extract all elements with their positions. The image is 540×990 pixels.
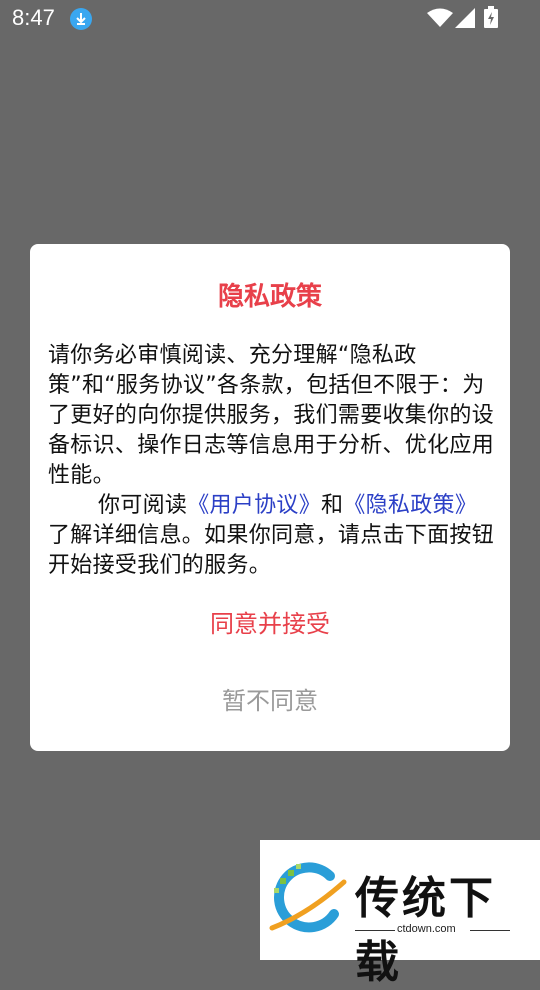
- dialog-body: 请你务必审慎阅读、充分理解“隐私政策”和“服务协议”各条款，包括但不限于：为了更…: [48, 341, 494, 581]
- download-icon: [70, 8, 92, 30]
- agree-button[interactable]: 同意并接受: [30, 604, 510, 644]
- watermark-logo-icon: [269, 862, 347, 933]
- privacy-policy-link[interactable]: 《隐私政策》: [343, 493, 477, 518]
- and-text: 和: [321, 493, 344, 518]
- signal-icon: [455, 8, 475, 28]
- wifi-icon: [427, 8, 453, 27]
- privacy-dialog: 隐私政策 请你务必审慎阅读、充分理解“隐私政策”和“服务协议”各条款，包括但不限…: [30, 244, 510, 751]
- dialog-title: 隐私政策: [217, 282, 322, 312]
- battery-icon: [484, 6, 498, 28]
- status-bar: 8:47: [0, 0, 540, 36]
- watermark: 传统下载 ctdown.com: [260, 840, 540, 988]
- disagree-button[interactable]: 暂不同意: [30, 681, 510, 721]
- read-prefix-text: 你可阅读: [98, 493, 188, 518]
- watermark-divider-left: [355, 930, 395, 931]
- user-agreement-link[interactable]: 《用户协议》: [187, 493, 321, 518]
- watermark-domain: ctdown.com: [397, 923, 456, 935]
- policy-summary-text: 请你务必审慎阅读、充分理解“隐私政策”和“服务协议”各条款，包括但不限于：为了更…: [48, 343, 495, 488]
- watermark-divider-right: [470, 930, 510, 931]
- status-time: 8:47: [12, 5, 55, 30]
- details-suffix-text: 了解详细信息。如果你同意，请点击下面按钮开始接受我们的服务。: [48, 523, 495, 578]
- policy-links-paragraph: 你可阅读《用户协议》和《隐私政策》了解详细信息。如果你同意，请点击下面按钮开始接…: [48, 491, 494, 581]
